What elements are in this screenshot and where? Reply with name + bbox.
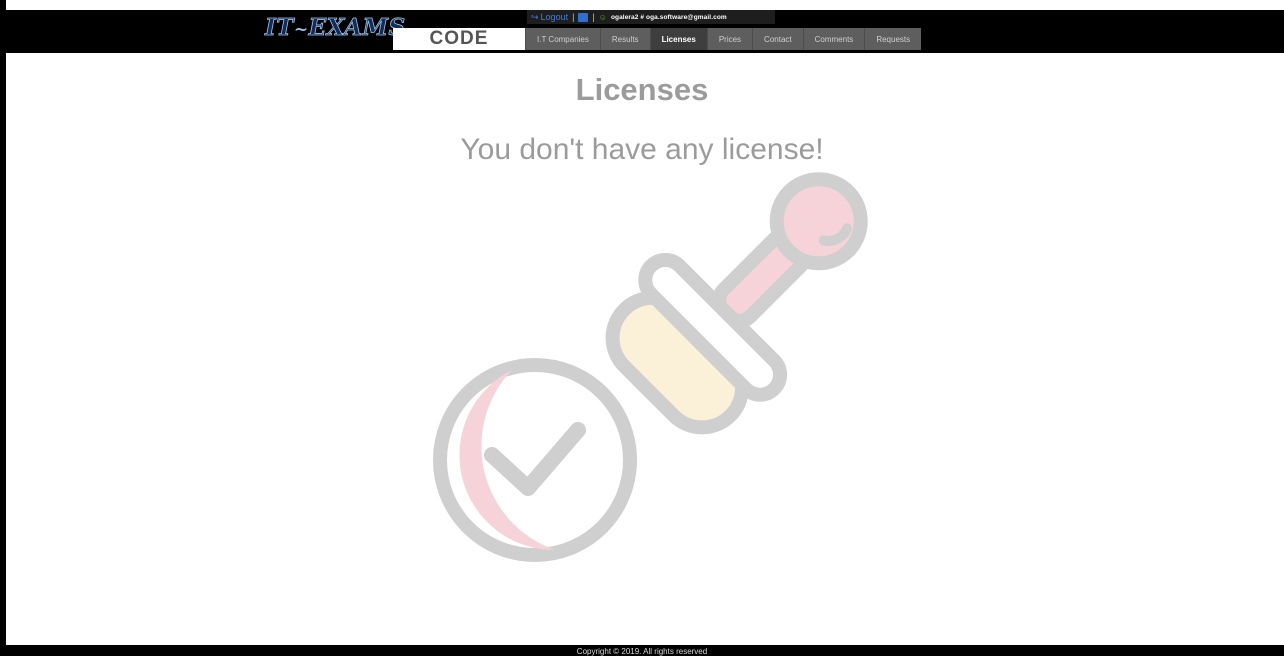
nav-contact[interactable]: Contact	[752, 28, 803, 50]
logout-icon: ↪	[531, 11, 539, 22]
separator: |	[592, 12, 595, 22]
logo-right: EXAMS	[308, 14, 406, 41]
nav-it-companies[interactable]: I.T Companies	[525, 28, 600, 50]
user-bar: ↪ Logout | | ☺ ogalera2 # oga.software@g…	[527, 10, 775, 24]
nav-requests[interactable]: Requests	[864, 28, 922, 50]
page-title: Licenses	[575, 72, 709, 107]
nav-licenses[interactable]: Licenses	[649, 28, 707, 50]
copyright-text: Copyright © 2019. All rights reserved	[576, 647, 708, 656]
logout-link[interactable]: ↪ Logout	[531, 12, 568, 23]
empty-message: You don't have any license!	[460, 133, 824, 166]
nav-comments[interactable]: Comments	[802, 28, 865, 50]
site-logo[interactable]: IT~EXAMS	[265, 14, 406, 41]
stamp-approved-icon	[433, 172, 868, 562]
main-nav: I.T Companies Results Licenses Prices Co…	[525, 28, 922, 50]
user-icon: ☺	[598, 12, 607, 22]
nav-prices[interactable]: Prices	[706, 28, 753, 50]
cart-icon[interactable]	[578, 12, 589, 22]
separator: |	[572, 12, 575, 22]
code-field[interactable]: CODE	[393, 28, 525, 50]
user-info[interactable]: ogalera2 # oga.software@gmail.com	[611, 14, 727, 21]
logo-tilde: ~	[293, 20, 309, 40]
logo-left: IT	[265, 14, 294, 41]
footer: Copyright © 2019. All rights reserved	[0, 645, 1284, 656]
nav-results[interactable]: Results	[599, 28, 650, 50]
